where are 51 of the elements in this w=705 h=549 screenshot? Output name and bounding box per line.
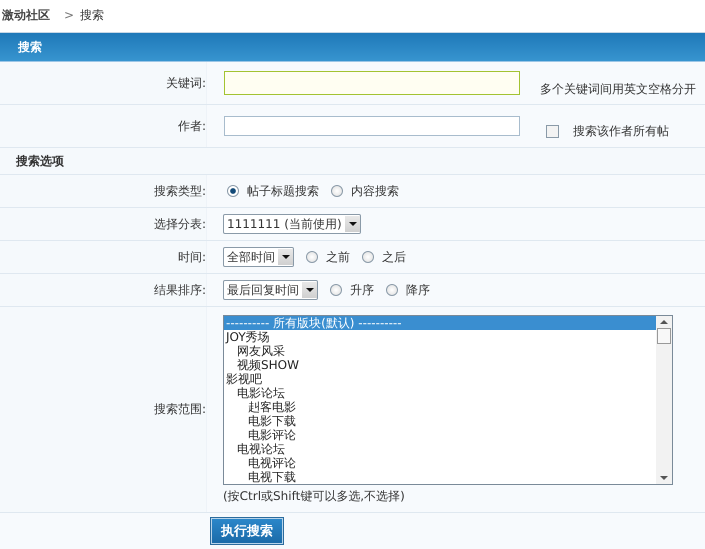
dropdown[interactable]: 全部时间 [223, 247, 294, 267]
field-label: 时间: [178, 248, 206, 266]
list-option[interactable]: 电视下载 [224, 470, 656, 484]
radio-button[interactable] [306, 251, 318, 263]
field-label: 选择分表: [154, 216, 206, 232]
section-heading: 搜索选项 [16, 152, 64, 170]
list-option[interactable]: 电影论坛 [224, 386, 656, 400]
scrollbar-thumb[interactable] [657, 328, 671, 344]
radio-label: 帖子标题搜索 [247, 182, 319, 200]
field-label: 搜索类型: [154, 182, 206, 200]
author-input[interactable] [224, 116, 520, 136]
radio-label: 内容搜索 [351, 182, 399, 200]
radio-label: 之后 [382, 248, 406, 266]
radio-button[interactable] [331, 185, 343, 197]
radio-label: 升序 [350, 282, 374, 298]
breadcrumb-current: 搜索 [80, 6, 104, 24]
list-option[interactable]: 电视论坛 [224, 442, 656, 456]
breadcrumb-separator: > [64, 8, 74, 22]
search-button[interactable]: 执行搜索 [211, 518, 283, 544]
scrollbar[interactable] [656, 316, 672, 484]
scroll-up-icon[interactable] [660, 320, 668, 324]
field-label: 关键词: [166, 74, 206, 92]
checkbox-label: 搜索该作者所有帖 [573, 122, 669, 140]
hint-text: 多个关键词间用英文空格分开 [540, 80, 696, 98]
dropdown[interactable]: 最后回复时间 [223, 280, 318, 300]
checkbox[interactable] [546, 124, 559, 138]
dropdown[interactable]: 1111111 (当前使用) [223, 214, 361, 234]
radio-button[interactable] [362, 251, 374, 263]
radio-label: 降序 [406, 282, 430, 298]
list-option[interactable]: JOY秀场 [224, 330, 656, 344]
field-label: 作者: [178, 118, 206, 134]
panel-title: 搜索 [18, 38, 42, 56]
list-option[interactable]: 电影下载 [224, 414, 656, 428]
hint-text: (按Ctrl或Shift键可以多选,不选择) [223, 488, 405, 504]
list-option[interactable]: 电影评论 [224, 428, 656, 442]
list-option[interactable]: 网友风采 [224, 344, 656, 358]
list-option[interactable]: 视频SHOW [224, 358, 656, 372]
keyword-input[interactable] [224, 71, 520, 95]
radio-label: 之前 [326, 248, 350, 266]
breadcrumb-link[interactable]: 激动社区 [2, 6, 50, 24]
radio-button[interactable] [330, 284, 342, 296]
list-option[interactable]: ---------- 所有版块(默认) ---------- [224, 316, 656, 330]
list-option[interactable]: 赳客电影 [224, 400, 656, 414]
field-label: 搜索范围: [154, 401, 206, 418]
list-option[interactable]: 影视吧 [224, 372, 656, 386]
radio-button[interactable] [227, 185, 239, 197]
list-option[interactable]: 电视评论 [224, 456, 656, 470]
radio-button[interactable] [386, 284, 398, 296]
field-label: 结果排序: [154, 282, 206, 298]
forum-listbox[interactable]: ---------- 所有版块(默认) ---------- JOY秀场 网友风采 视频SHOW 影视吧 电影论坛 赳客电影 电影下载 电影评论 电视论坛 电视评论 电视下载 [223, 314, 673, 484]
scroll-down-icon[interactable] [660, 476, 668, 480]
